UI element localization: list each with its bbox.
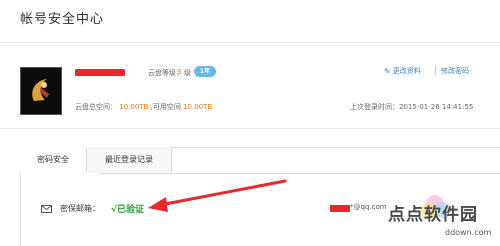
tab-bar: 密码安全 最近登录记录 — [20, 147, 172, 173]
page-title: 帐号安全中心 — [20, 12, 105, 27]
cloud-level-badge-icon: 1年 — [194, 66, 216, 77]
last-login-time: 上次登录时间：2015-01-26 14:41:55 — [350, 103, 474, 111]
cloud-level-unit: 级 — [184, 69, 191, 77]
email-redacted — [330, 205, 350, 212]
section-divider — [0, 128, 500, 129]
edit-profile-label: 更改资料 — [392, 67, 421, 75]
tab-underline — [99, 173, 500, 174]
avatar-image — [21, 68, 61, 114]
email-suffix: *@qq.com — [350, 203, 387, 211]
available-space-value: 10.00TB — [183, 103, 213, 111]
mail-icon — [41, 205, 52, 213]
total-space-value: 10.00TB — [119, 103, 149, 111]
edit-profile-link[interactable]: ✎ 更改资料 — [384, 66, 421, 76]
available-space-label: ,可用空间 — [150, 103, 181, 111]
change-password-link[interactable]: 修改密码 — [441, 66, 469, 76]
space-info: 云盘总空间： 10.00TB ,可用空间 10.00TB — [75, 102, 212, 112]
username-redacted — [75, 69, 125, 76]
watermark-url: ddown.com — [445, 228, 492, 237]
total-space-label: 云盘总空间： — [75, 103, 117, 111]
cloud-level-value: 3 — [177, 68, 182, 76]
link-divider — [435, 66, 436, 75]
email-verified-status: √已验证 — [111, 205, 145, 215]
tab-password-security[interactable]: 密码安全 — [20, 147, 87, 173]
pencil-icon: ✎ — [384, 66, 391, 76]
security-email-label: 密保邮箱： — [60, 204, 100, 213]
tab-recent-logins[interactable]: 最近登录记录 — [87, 147, 172, 173]
header-divider — [0, 42, 500, 43]
watermark-text: 点点软件园 — [388, 205, 478, 225]
avatar[interactable] — [20, 67, 62, 115]
